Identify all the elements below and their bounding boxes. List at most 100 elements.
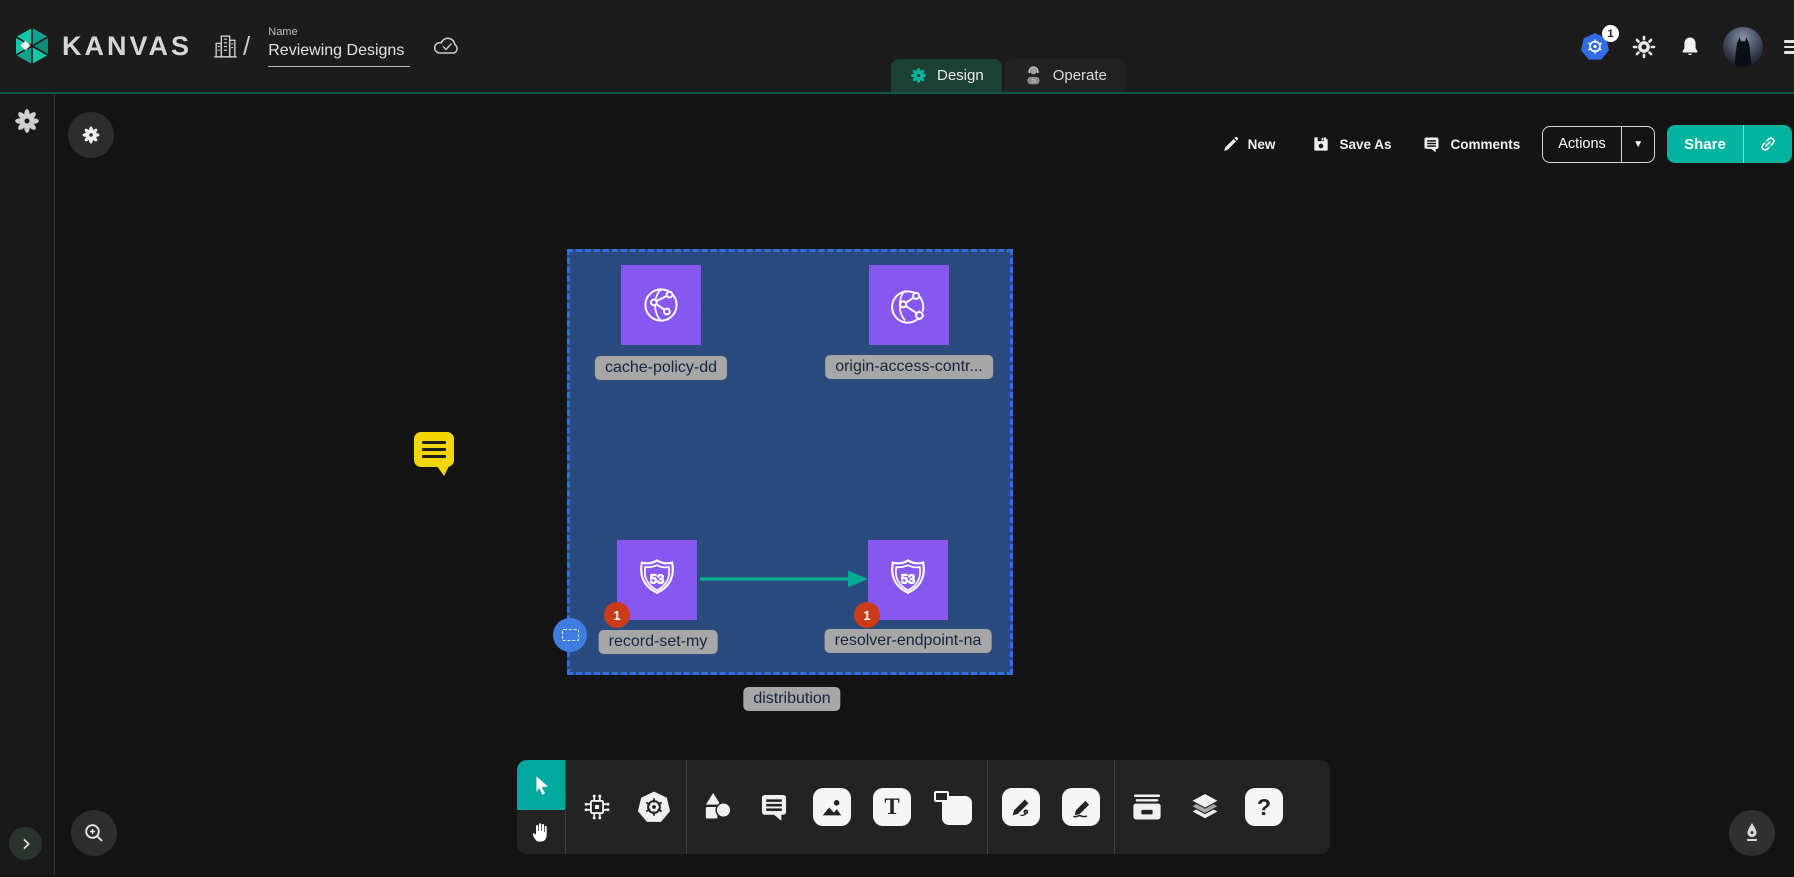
shapes-tool[interactable] (701, 790, 735, 824)
globe-network-gear-icon (883, 279, 935, 331)
node-label-record-set[interactable]: record-set-my (599, 630, 718, 654)
left-sidebar (0, 94, 55, 875)
actions-dropdown-button[interactable]: Actions ▼ (1542, 126, 1655, 163)
quick-actions-button[interactable] (68, 112, 114, 158)
save-as-button[interactable]: Save As (1311, 134, 1391, 154)
note-tool[interactable] (933, 788, 973, 826)
note-card-icon (933, 788, 973, 826)
pen-mode-button[interactable] (1729, 810, 1775, 856)
node-label-resolver-endpoint[interactable]: resolver-endpoint-na (825, 629, 992, 653)
error-badge-record-set[interactable]: 1 (604, 602, 630, 628)
node-resolver-endpoint[interactable]: 53 (868, 540, 948, 620)
pointer-tool-column (517, 760, 565, 854)
group-label-distribution[interactable]: distribution (743, 687, 840, 711)
kubernetes-tool[interactable] (636, 789, 672, 825)
logo-text: KANVAS (62, 31, 192, 62)
magnifier-plus-icon (82, 821, 106, 845)
tab-design[interactable]: Design (891, 59, 1002, 92)
node-record-set[interactable]: 53 (617, 540, 697, 620)
save-icon (1311, 134, 1331, 154)
image-icon (813, 788, 851, 826)
zoom-in-button[interactable] (71, 810, 117, 856)
route53-shield-icon: 53 (630, 553, 684, 607)
pen-nib-icon (1740, 821, 1764, 845)
kubernetes-context-icon[interactable]: 1 (1580, 32, 1610, 62)
tab-design-label: Design (937, 67, 984, 84)
kanvas-hexagon-icon (14, 27, 50, 65)
share-button[interactable]: Share (1667, 125, 1792, 163)
layers-icon (1187, 790, 1223, 824)
design-name-field: Name (268, 26, 410, 67)
save-as-label: Save As (1339, 137, 1391, 152)
actions-label: Actions (1543, 136, 1621, 152)
design-name-input[interactable] (268, 40, 410, 67)
tab-operate[interactable]: Operate (1005, 59, 1125, 92)
organization-icon[interactable] (212, 33, 239, 60)
select-tool-button[interactable] (517, 760, 565, 810)
shapes-icon (701, 790, 735, 824)
flower-icon (79, 123, 103, 147)
comments-button[interactable]: Comments (1421, 134, 1520, 155)
kubernetes-badge: 1 (1602, 25, 1619, 42)
kubernetes-helm-icon (636, 789, 672, 825)
comments-label: Comments (1450, 137, 1520, 152)
menu-hamburger-icon[interactable] (1784, 40, 1794, 53)
hand-icon (529, 820, 553, 844)
operator-icon (1023, 65, 1044, 86)
drawer-icon (1129, 790, 1165, 824)
dashed-rect-icon (562, 629, 579, 641)
text-icon: T (873, 788, 911, 826)
node-cache-policy[interactable] (621, 265, 701, 345)
expand-sidebar-button[interactable] (9, 827, 42, 860)
canvas-action-bar: New Save As Comments Actions ▼ Share (1221, 125, 1792, 163)
library-tools-section: ? (1114, 760, 1297, 854)
cursor-arrow-icon (530, 774, 552, 796)
drawing-tools-section (987, 760, 1114, 854)
kanvas-logo: KANVAS (14, 27, 192, 65)
sketch-tool[interactable] (1062, 788, 1100, 826)
component-drawer-tool[interactable] (1129, 790, 1165, 824)
media-tool[interactable] (813, 788, 851, 826)
text-tool[interactable]: T (873, 788, 911, 826)
help-tool[interactable]: ? (1245, 788, 1283, 826)
node-origin-access-control[interactable] (869, 265, 949, 345)
canvas-comment-marker[interactable] (414, 432, 454, 467)
copy-link-icon[interactable] (1744, 134, 1792, 154)
layers-tool[interactable] (1187, 790, 1223, 824)
bottom-toolbar: T (517, 760, 1330, 854)
settings-gear-icon[interactable] (1631, 34, 1657, 60)
mode-tabs: Design Operate (891, 59, 1125, 92)
chevron-down-icon[interactable]: ▼ (1622, 139, 1654, 150)
chip-icon (580, 790, 614, 824)
error-badge-resolver-endpoint[interactable]: 1 (854, 602, 880, 628)
user-avatar[interactable] (1723, 27, 1763, 67)
group-selection-handle[interactable] (553, 618, 587, 652)
route53-shield-icon: 53 (881, 553, 935, 607)
new-button[interactable]: New (1221, 135, 1276, 154)
svg-text:53: 53 (650, 571, 664, 586)
infrastructure-components-tool[interactable] (580, 790, 614, 824)
name-label: Name (268, 26, 410, 38)
meshery-design-icon (909, 66, 928, 85)
pen-tool[interactable] (1002, 788, 1040, 826)
main-area: New Save As Comments Actions ▼ Share (0, 94, 1794, 875)
new-label: New (1248, 137, 1276, 152)
notifications-bell-icon[interactable] (1678, 34, 1702, 60)
node-label-cache-policy[interactable]: cache-policy-dd (595, 356, 727, 380)
pen-path-icon (1002, 788, 1040, 826)
breadcrumb-separator: / (243, 31, 250, 62)
node-label-origin-access[interactable]: origin-access-contr... (825, 355, 993, 379)
comment-bubble-icon (757, 790, 791, 824)
edge-record-to-resolver[interactable] (698, 568, 870, 590)
svg-text:53: 53 (901, 571, 915, 586)
pan-tool-button[interactable] (517, 810, 565, 854)
comments-icon (1421, 134, 1442, 155)
meshery-logo-icon[interactable] (12, 106, 42, 141)
pencil-sketch-icon (1062, 788, 1100, 826)
comment-tool[interactable] (757, 790, 791, 824)
share-label: Share (1667, 136, 1743, 153)
globe-network-icon (635, 279, 687, 331)
cloud-saved-icon (432, 35, 462, 57)
top-bar-right: 1 (1580, 0, 1794, 94)
tab-operate-label: Operate (1053, 67, 1107, 84)
